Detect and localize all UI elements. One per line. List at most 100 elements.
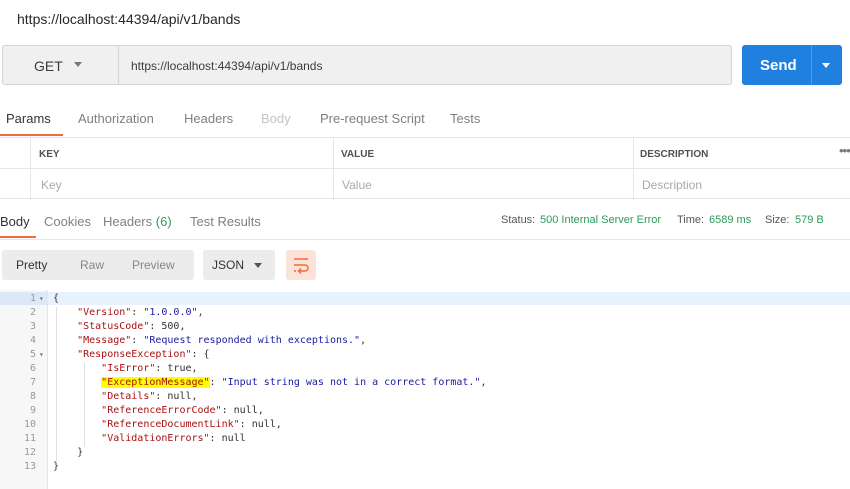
json-number: 500	[161, 321, 180, 332]
fold-arrow-icon[interactable]: ▾	[39, 292, 44, 306]
json-null: null	[167, 391, 192, 402]
line-number: 6	[29, 363, 36, 374]
value-placeholder: Value	[342, 178, 372, 192]
line-number: 13	[23, 461, 36, 472]
key-header-label: KEY	[39, 149, 60, 160]
json-key: "ResponseException"	[77, 349, 192, 360]
code-line: 6 "IsError": true,	[0, 362, 850, 376]
value-input[interactable]: Value	[333, 169, 633, 200]
code-line: 1 ▾ {	[0, 292, 850, 306]
method-label: GET	[34, 58, 63, 74]
line-number: 1	[29, 293, 36, 304]
code-line: 11 "ValidationErrors": null	[0, 432, 850, 446]
response-headers-label: Headers	[103, 214, 153, 229]
url-input[interactable]: https://localhost:44394/api/v1/bands	[131, 59, 322, 73]
params-header-row: KEY VALUE DESCRIPTION •••	[0, 138, 850, 169]
status-value: 500 Internal Server Error	[540, 214, 662, 226]
line-number: 10	[23, 419, 36, 430]
value-header-label: VALUE	[341, 149, 375, 160]
chevron-down-icon	[74, 62, 82, 67]
description-input[interactable]: Description	[633, 169, 850, 200]
time-value: 6589 ms	[709, 214, 752, 226]
code-line: 8 "Details": null,	[0, 390, 850, 404]
json-key-highlighted: "ExceptionMessage"	[101, 377, 210, 388]
tab-authorization[interactable]: Authorization	[78, 111, 154, 126]
send-label: Send	[760, 57, 797, 74]
line-number: 11	[23, 433, 36, 444]
request-tabs: Params Authorization Headers Body Pre-re…	[0, 106, 850, 136]
pretty-button[interactable]: Pretty	[16, 258, 47, 272]
json-bool: true	[167, 363, 192, 374]
code-line: 13 }	[0, 460, 850, 474]
time-label: Time:	[677, 214, 705, 226]
line-number: 3	[29, 321, 36, 332]
json-null: null	[251, 419, 276, 430]
language-label: JSON	[212, 258, 245, 272]
tab-response-headers[interactable]: Headers (6)	[103, 214, 172, 229]
send-button[interactable]: Send	[742, 45, 842, 85]
tab-headers[interactable]: Headers	[184, 111, 233, 126]
json-string: "Request responded with exceptions."	[143, 335, 361, 346]
line-number: 8	[29, 391, 36, 402]
json-punct: {	[53, 293, 60, 304]
request-bar: GET https://localhost:44394/api/v1/bands	[2, 45, 732, 85]
code-line: 4 "Message": "Request responded with exc…	[0, 334, 850, 348]
line-number: 2	[29, 307, 36, 318]
json-key: "Message"	[77, 335, 132, 346]
method-dropdown[interactable]: GET	[3, 46, 119, 84]
active-response-tab-indicator	[0, 236, 36, 238]
json-string: "1.0.0.0"	[143, 307, 198, 318]
tab-body[interactable]: Body	[261, 111, 291, 126]
code-line: 5 ▾ "ResponseException": {	[0, 348, 850, 362]
wrap-lines-icon	[294, 258, 309, 275]
code-line: 2 "Version": "1.0.0.0",	[0, 306, 850, 320]
language-dropdown[interactable]: JSON	[203, 250, 275, 280]
chevron-down-icon[interactable]	[822, 63, 830, 68]
json-key: "ValidationErrors"	[101, 433, 210, 444]
params-input-row: Key Value Description	[0, 169, 850, 200]
description-placeholder: Description	[642, 178, 703, 192]
response-divider	[0, 239, 850, 240]
json-string: "Input string was not in a correct forma…	[221, 377, 481, 388]
tab-params[interactable]: Params	[6, 111, 51, 126]
code-line: 9 "ReferenceErrorCode": null,	[0, 404, 850, 418]
tab-test-results[interactable]: Test Results	[190, 214, 261, 229]
line-number: 12	[23, 447, 36, 458]
code-line: 10 "ReferenceDocumentLink": null,	[0, 418, 850, 432]
window-title: https://localhost:44394/api/v1/bands	[17, 11, 241, 27]
response-tabs: Body Cookies Headers (6) Test Results St…	[0, 208, 850, 238]
json-key: "ReferenceErrorCode"	[101, 405, 222, 416]
headers-count-badge: (6)	[155, 214, 172, 229]
response-editor[interactable]: 1 ▾ { 2 "Version": "1.0.0.0", 3 "StatusC…	[0, 290, 850, 489]
tab-response-body[interactable]: Body	[0, 214, 30, 229]
size-value: 579 B	[795, 214, 824, 226]
params-table: KEY VALUE DESCRIPTION ••• Key Value Desc…	[0, 137, 850, 200]
json-null: null	[233, 405, 258, 416]
chevron-down-icon	[254, 263, 262, 268]
tab-cookies[interactable]: Cookies	[44, 214, 91, 229]
size-label: Size:	[765, 214, 790, 226]
key-input[interactable]: Key	[30, 169, 333, 200]
code-line: 3 "StatusCode": 500,	[0, 320, 850, 334]
json-key: "Version"	[77, 307, 132, 318]
json-punct: }	[77, 447, 84, 458]
preview-button[interactable]: Preview	[132, 258, 175, 272]
key-header: KEY	[30, 138, 333, 169]
fold-arrow-icon[interactable]: ▾	[39, 348, 44, 362]
json-punct: }	[53, 461, 60, 472]
active-tab-indicator	[0, 134, 63, 136]
code-line: 12 }	[0, 446, 850, 460]
more-icon[interactable]: •••	[839, 143, 850, 158]
description-header: DESCRIPTION •••	[633, 138, 850, 169]
raw-button[interactable]: Raw	[80, 258, 104, 272]
json-key: "IsError"	[101, 363, 156, 374]
format-toggle-group: Pretty Raw Preview	[2, 250, 194, 280]
json-key: "ReferenceDocumentLink"	[101, 419, 240, 430]
tab-pre-request-script[interactable]: Pre-request Script	[320, 111, 425, 126]
wrap-lines-button[interactable]	[286, 250, 316, 280]
line-number: 5	[29, 349, 36, 360]
json-null: null	[221, 433, 246, 444]
line-number: 4	[29, 335, 36, 346]
tab-tests[interactable]: Tests	[450, 111, 480, 126]
line-number: 7	[29, 377, 36, 388]
